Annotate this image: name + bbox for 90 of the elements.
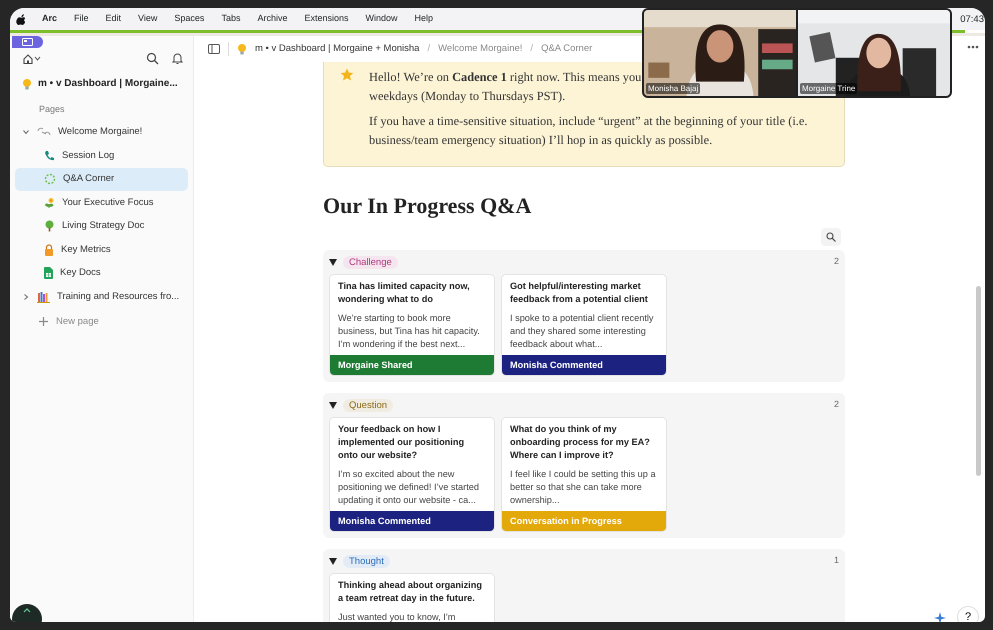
apple-logo-icon bbox=[16, 14, 25, 24]
breadcrumb-link[interactable]: m • v Dashboard | Morgaine + Monisha bbox=[255, 42, 420, 56]
tree-icon bbox=[44, 220, 55, 232]
count: 2 bbox=[834, 255, 839, 268]
card-title: Tina has limited capacity now, wondering what to do bbox=[337, 280, 471, 306]
workspace-title[interactable]: m • v Dashboard | Morgaine... bbox=[38, 76, 178, 91]
loading-icon bbox=[44, 173, 56, 186]
breadcrumb-separator: / bbox=[427, 42, 430, 56]
menu-item[interactable]: Tabs bbox=[221, 12, 240, 26]
section-label: Pages bbox=[38, 103, 66, 116]
question-card[interactable]: Thinking ahead about organizing a team retreat day in the future. Just wanted you to know, I’m bbox=[329, 573, 495, 622]
sidebar-item[interactable]: Key Docs bbox=[15, 262, 188, 285]
menu-item[interactable]: Extensions bbox=[304, 12, 348, 26]
menu-item[interactable]: Help bbox=[414, 12, 434, 26]
star-icon bbox=[340, 68, 354, 81]
question-card[interactable]: Got helpful/interesting market feedback from a potential client I spoke to a potential client recently and they shared some interesting feedback about what... Monisha Commented bbox=[501, 274, 667, 376]
chevron-down-icon[interactable] bbox=[22, 129, 28, 136]
card-title: Thinking ahead about organizing a team retreat day in the future. bbox=[337, 579, 483, 605]
callout-text: Hello! We’re on Cadence 1 right now. This means you bbox=[369, 69, 642, 86]
sidebar-item[interactable]: Key Metrics bbox=[15, 238, 188, 262]
more-icon[interactable] bbox=[967, 45, 979, 49]
sidebar-item[interactable]: Q&A Corner bbox=[15, 168, 188, 191]
chevron-right-icon[interactable] bbox=[22, 294, 28, 300]
sparkle-icon[interactable] bbox=[933, 611, 947, 622]
caret-icon[interactable] bbox=[329, 558, 337, 564]
spreadsheet-icon bbox=[44, 267, 53, 280]
callout-text: business/team emergency situation) I’ll hop in as quickly as possible. bbox=[369, 132, 712, 149]
home-icon[interactable] bbox=[22, 52, 34, 64]
status-label: Conversation in Progress bbox=[502, 511, 666, 531]
sidebar-item[interactable]: Your Executive Focus bbox=[15, 191, 188, 214]
question-card[interactable]: What do you think of my onboarding process for my EA? Where can I improve it? I feel like I could be setting this up a better so that she can take more ownership... Conversation in Progress bbox=[501, 417, 667, 532]
lightbulb-icon bbox=[22, 78, 32, 90]
screen-icon bbox=[22, 38, 33, 46]
app-name[interactable]: Arc bbox=[42, 12, 58, 26]
card-text: I spoke to a potential client recently and they shared some interesting feedback about what... bbox=[509, 312, 655, 351]
card-text: I’m so excited about the new positioning we defined! I’ve started updating it onto our website - ca... bbox=[337, 468, 480, 507]
caret-icon[interactable] bbox=[329, 402, 337, 408]
search-icon bbox=[826, 232, 836, 242]
link-icon bbox=[37, 127, 51, 138]
callout-text: weekdays (Monday to Thursdays PST). bbox=[369, 88, 566, 105]
bookshelf-icon bbox=[37, 290, 50, 303]
scrollbar[interactable] bbox=[976, 286, 981, 476]
menu-item[interactable]: Window bbox=[366, 12, 398, 26]
help-button[interactable]: ? bbox=[957, 606, 979, 622]
question-card[interactable]: Your feedback on how I implemented our positioning onto our website? I’m so excited about the new positioning we defined! I’ve started updating it onto our website - ca... Monisha Commented bbox=[329, 417, 495, 532]
card-text: We’re starting to book more business, but Tina has hit capacity. I’m wondering if the best next... bbox=[337, 312, 481, 351]
status-label: Monisha Commented bbox=[330, 511, 494, 531]
clock: 07:43 bbox=[960, 13, 984, 27]
sidebar-item[interactable]: Welcome Morgaine! bbox=[15, 120, 188, 144]
callout-text: If you have a time-sensitive situation, include “urgent” at the beginning of your title (i.e. bbox=[369, 113, 808, 130]
card-title: What do you think of my onboarding process for my EA? Where can I improve it? bbox=[509, 423, 651, 462]
phone-icon bbox=[44, 150, 55, 162]
menu-item[interactable]: Archive bbox=[257, 12, 288, 26]
count: 1 bbox=[834, 554, 839, 568]
card-text: Just wanted you to know, I’m bbox=[337, 611, 456, 622]
lightbulb-icon bbox=[237, 43, 247, 55]
menu-item[interactable]: File bbox=[74, 12, 89, 26]
menu-item[interactable]: Spaces bbox=[174, 12, 204, 26]
search-button[interactable] bbox=[821, 228, 841, 246]
breadcrumb-separator: / bbox=[530, 42, 534, 56]
breadcrumb-link[interactable]: Welcome Morgaine! bbox=[438, 42, 522, 56]
chevron-down-icon[interactable] bbox=[34, 56, 41, 61]
search-icon[interactable] bbox=[146, 52, 159, 65]
plus-icon bbox=[39, 317, 48, 326]
sidebar-item[interactable]: Living Strategy Doc bbox=[15, 214, 188, 238]
tag: Question bbox=[343, 398, 394, 412]
status-label: Monisha Commented bbox=[502, 355, 666, 375]
participant-name: Monisha Bajaj bbox=[646, 83, 700, 94]
chevron-up-icon bbox=[23, 608, 31, 613]
section-heading: Our In Progress Q&A bbox=[323, 192, 532, 220]
caret-icon[interactable] bbox=[329, 258, 337, 266]
bell-icon[interactable] bbox=[172, 52, 183, 65]
sidebar-item[interactable]: Session Log bbox=[15, 144, 188, 168]
sidebar-item[interactable]: Training and Resources fro... bbox=[15, 285, 188, 308]
flower-icon bbox=[44, 196, 55, 209]
tag: Challenge bbox=[343, 256, 398, 268]
sidebar-toggle-icon[interactable] bbox=[208, 44, 220, 54]
profile-pill-button[interactable] bbox=[12, 36, 43, 48]
question-card[interactable]: Tina has limited capacity now, wondering what to do We’re starting to book more business, but Tina has hit capacity. I’m wondering if the best next... Morgaine Shared bbox=[329, 274, 495, 376]
card-title: Got helpful/interesting market feedback from a potential client bbox=[509, 280, 649, 306]
menu-item[interactable]: Edit bbox=[106, 12, 122, 26]
participant-name: Morgaine Trine bbox=[800, 83, 858, 94]
count: 2 bbox=[834, 398, 839, 412]
menu-item[interactable]: View bbox=[138, 12, 158, 26]
breadcrumb-link[interactable]: Q&A Corner bbox=[541, 42, 592, 56]
status-label: Morgaine Shared bbox=[330, 355, 494, 375]
card-title: Your feedback on how I implemented our positioning onto our website? bbox=[337, 423, 466, 462]
card-text: I feel like I could be setting this up a better so that she can take more ownership... bbox=[509, 468, 657, 507]
lock-icon bbox=[44, 244, 54, 256]
tag: Thought bbox=[343, 554, 390, 568]
